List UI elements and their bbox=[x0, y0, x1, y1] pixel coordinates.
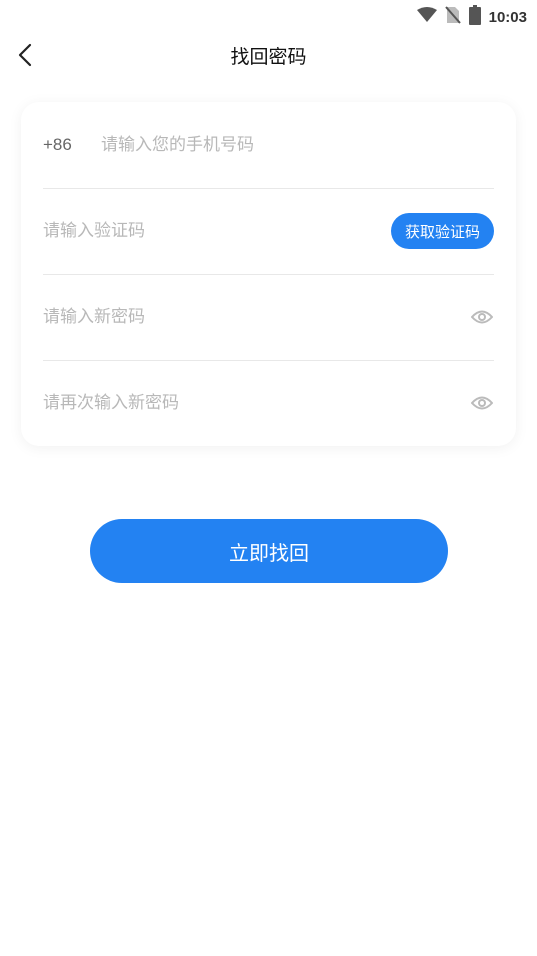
submit-button[interactable]: 立即找回 bbox=[90, 519, 448, 583]
code-input[interactable] bbox=[43, 221, 391, 241]
confirm-password-input[interactable] bbox=[43, 393, 470, 413]
new-password-row bbox=[43, 274, 494, 361]
new-password-input[interactable] bbox=[43, 307, 470, 327]
get-code-button[interactable]: 获取验证码 bbox=[390, 213, 494, 249]
eye-icon[interactable] bbox=[470, 305, 494, 329]
status-time: 10:03 bbox=[488, 8, 527, 26]
battery-icon bbox=[468, 5, 481, 29]
phone-input[interactable] bbox=[101, 135, 494, 155]
confirm-password-row bbox=[43, 360, 494, 446]
status-bar: 10:03 bbox=[0, 0, 537, 30]
wifi-icon bbox=[416, 7, 437, 27]
country-code[interactable]: +86 bbox=[43, 135, 101, 155]
no-sim-icon bbox=[444, 6, 461, 28]
form-card: +86 获取验证码 bbox=[21, 102, 516, 446]
status-icons: 10:03 bbox=[416, 5, 527, 29]
nav-bar: 找回密码 bbox=[0, 30, 537, 80]
eye-icon[interactable] bbox=[470, 391, 494, 415]
phone-row: +86 bbox=[43, 102, 494, 189]
code-row: 获取验证码 bbox=[43, 188, 494, 275]
page-title: 找回密码 bbox=[230, 46, 307, 68]
